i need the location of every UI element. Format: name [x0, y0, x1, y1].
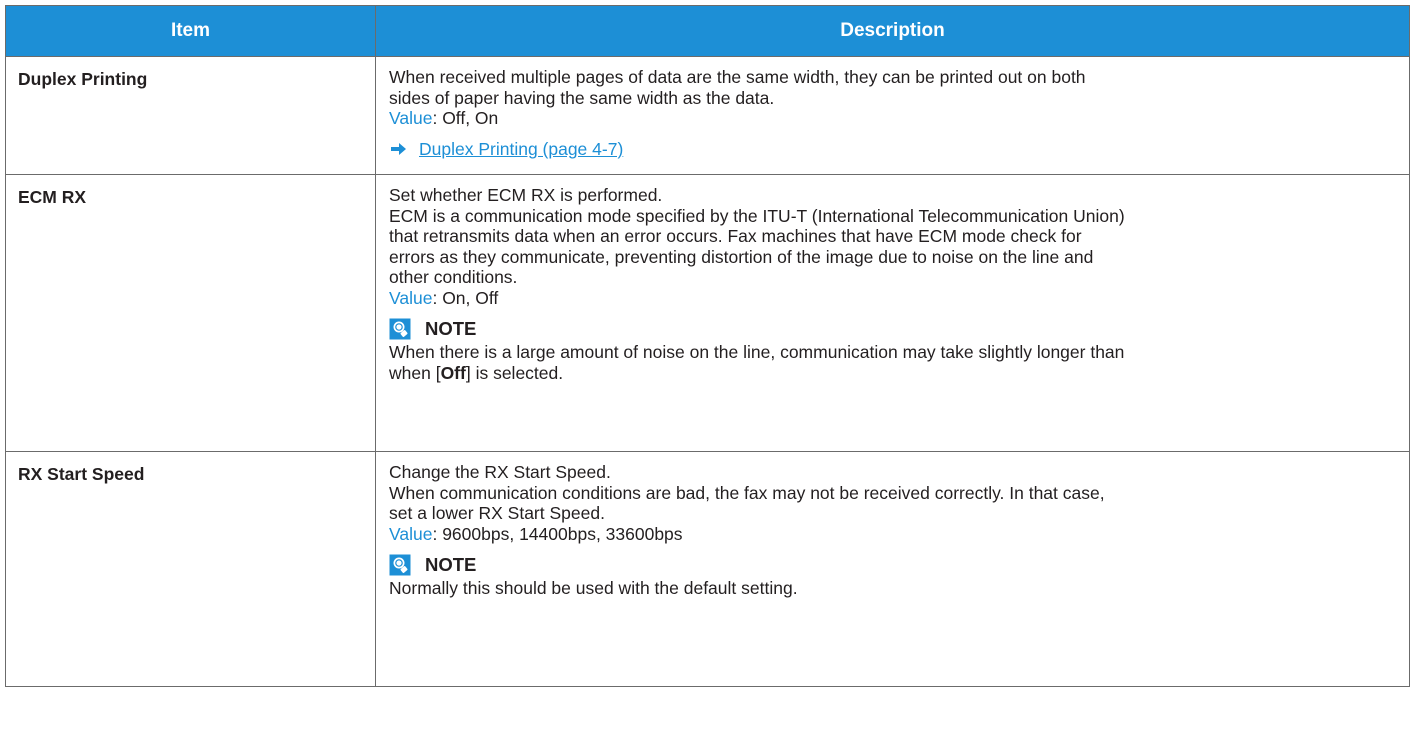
description-line: ECM is a communication mode specified by… — [389, 205, 1125, 226]
duplex-printing-link[interactable]: Duplex Printing (page 4-7) — [419, 139, 623, 160]
table-row-ecm-rx: ECM RX Set whether ECM RX is performed. … — [5, 174, 1410, 452]
note-heading: NOTE — [389, 318, 1379, 340]
right-arrow-icon — [391, 142, 406, 155]
note-title: NOTE — [425, 317, 477, 339]
column-header-description: Description — [375, 5, 1410, 57]
description-cell: Change the RX Start Speed. When communic… — [375, 451, 1410, 687]
value-text: : Off, On — [432, 108, 499, 128]
note-text-part: when [ — [389, 362, 441, 383]
note-lightbulb-icon — [389, 554, 411, 576]
cross-reference: Duplex Printing (page 4-7) — [389, 139, 1379, 160]
description-line: that retransmits data when an error occu… — [389, 226, 1082, 246]
note-text-part: ] is selected. — [465, 362, 564, 383]
note-text: when [Off] is selected. — [389, 363, 1379, 384]
value-label: Value — [389, 287, 433, 308]
value-line: Value: Off, On — [389, 108, 1379, 129]
description-line: Change the RX Start Speed. — [389, 462, 611, 482]
description-line: Set whether ECM RX is performed. — [389, 185, 663, 205]
settings-table: Item Description Duplex Printing When re… — [5, 5, 1410, 687]
note-lightbulb-icon — [389, 318, 411, 340]
table-row-rx-start-speed: RX Start Speed Change the RX Start Speed… — [5, 451, 1410, 687]
item-cell: Duplex Printing — [5, 56, 376, 175]
column-header-item: Item — [5, 5, 376, 57]
description-line: When received multiple pages of data are… — [389, 67, 1086, 87]
value-label: Value — [389, 108, 433, 128]
note-text: Normally this should be used with the de… — [389, 578, 798, 598]
note-heading: NOTE — [389, 554, 1379, 576]
note-text: When there is a large amount of noise on… — [389, 342, 1125, 362]
description-cell: Set whether ECM RX is performed. ECM is … — [375, 174, 1410, 452]
value-line: Value: 9600bps, 14400bps, 33600bps — [389, 524, 1379, 545]
value-label: Value — [389, 523, 433, 544]
description-line: errors as they communicate, preventing d… — [389, 246, 1094, 267]
item-cell: RX Start Speed — [5, 451, 376, 687]
description-line: When communication conditions are bad, t… — [389, 482, 1105, 503]
value-line: Value: On, Off — [389, 288, 1379, 309]
manual-page: Item Description Duplex Printing When re… — [0, 0, 1416, 731]
value-text: : On, Off — [432, 287, 499, 308]
description-line: set a lower RX Start Speed. — [389, 503, 605, 523]
table-row-duplex-printing: Duplex Printing When received multiple p… — [5, 56, 1410, 175]
description-cell: When received multiple pages of data are… — [375, 56, 1410, 175]
note-title: NOTE — [425, 553, 477, 575]
description-line: other conditions. — [389, 267, 518, 287]
value-text: : 9600bps, 14400bps, 33600bps — [432, 523, 683, 544]
key-label: Off — [440, 362, 466, 383]
description-line: sides of paper having the same width as … — [389, 87, 775, 108]
table-header-row: Item Description — [5, 5, 1410, 57]
item-cell: ECM RX — [5, 174, 376, 452]
